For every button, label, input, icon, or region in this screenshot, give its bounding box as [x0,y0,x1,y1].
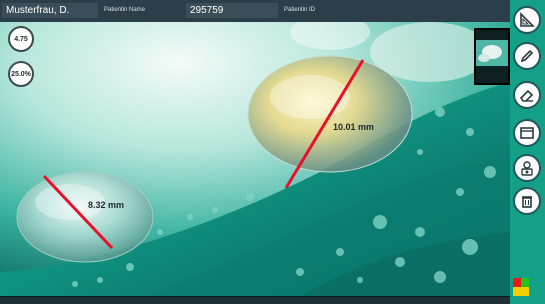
window-icon[interactable] [513,119,541,147]
patient-name-field: Musterfrau, D. [2,3,98,18]
camera-settings-icon[interactable] [513,154,541,182]
image-viewer[interactable]: 4.75 25.0% 8.32 mm 10.01 mm [0,22,510,296]
measurement-label-1: 8.32 mm [88,200,125,210]
trash-icon[interactable] [513,187,541,215]
patient-name-caption: Patientin Name [104,7,146,13]
zoom-percent-button[interactable]: 25.0% [8,61,34,87]
thumbnail-preview [476,30,508,83]
patient-id-field: 295759 [186,3,278,18]
patient-id-caption: Patientin ID [284,7,316,13]
image-thumbnail[interactable] [474,28,510,85]
app-window: Musterfrau, D. Patientin Name 295759 Pat… [0,0,545,304]
color-swatch-green[interactable] [521,278,529,287]
eraser-icon[interactable] [513,81,541,109]
color-swatch-yellow[interactable] [513,287,521,296]
color-swatch-yellow-2[interactable] [521,287,529,296]
zoom-factor-button[interactable]: 4.75 [8,26,34,52]
ruler-triangle-icon[interactable] [513,6,541,34]
patient-header: Musterfrau, D. Patientin Name 295759 Pat… [0,0,510,23]
measurement-label-2: 10.01 mm [333,122,375,132]
pencil-icon[interactable] [513,42,541,70]
status-bar [0,296,510,304]
color-swatch-red[interactable] [513,278,521,287]
droplet-photo [0,22,510,296]
tool-sidebar [510,0,545,304]
